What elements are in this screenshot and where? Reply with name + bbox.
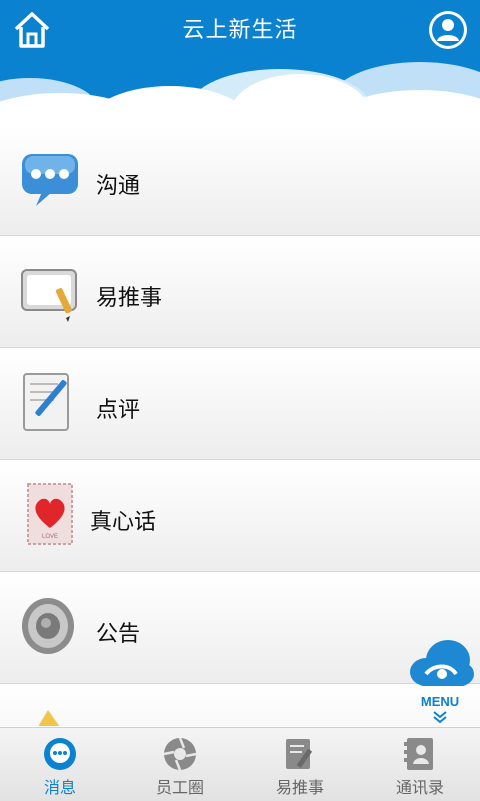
- contacts-icon: [404, 738, 433, 770]
- chat-bubble-icon: [22, 154, 78, 206]
- list-item-tuishi[interactable]: 易推事: [0, 238, 480, 348]
- clouds-decoration: [0, 62, 480, 130]
- heart-stamp-icon: LOVE: [27, 483, 73, 545]
- tab-label: 员工圈: [155, 778, 204, 797]
- list-item-label: 公告: [96, 622, 141, 647]
- svg-text:LOVE: LOVE: [42, 534, 58, 540]
- document-pen-icon: [23, 373, 69, 431]
- list-item-chat[interactable]: 沟通: [0, 126, 480, 236]
- cloud-menu-button[interactable]: MENU: [404, 634, 476, 726]
- tab-contacts[interactable]: 通讯录: [360, 728, 480, 801]
- notepad-pen-icon: [21, 269, 77, 322]
- partial-item-icon: [38, 710, 60, 726]
- list-item-label: 沟通: [96, 174, 141, 199]
- double-chevron-down-icon: [433, 711, 447, 724]
- profile-button[interactable]: [426, 8, 470, 52]
- list-item-label: 点评: [96, 398, 141, 423]
- bottom-tab-bar: 消息 员工圈 易推事 通讯录: [0, 727, 480, 801]
- tab-tuishi[interactable]: 易推事: [240, 728, 360, 801]
- menu-label: MENU: [420, 694, 460, 709]
- cloud-menu-icon: [410, 640, 474, 686]
- page-title: 云上新生活: [182, 18, 298, 43]
- list-item-label: 易推事: [96, 286, 163, 311]
- tab-label: 消息: [43, 778, 76, 797]
- list-item-truth[interactable]: LOVE 真心话: [0, 462, 480, 572]
- tab-moments[interactable]: 员工圈: [120, 728, 240, 801]
- list-item-label: 真心话: [90, 510, 157, 535]
- header: 云上新生活: [0, 0, 480, 130]
- user-icon: [429, 11, 467, 49]
- list-item-review[interactable]: 点评: [0, 350, 480, 460]
- aperture-icon: [163, 737, 197, 771]
- tab-label: 通讯录: [395, 778, 444, 797]
- tab-messages[interactable]: 消息: [0, 728, 120, 801]
- message-icon: [44, 738, 76, 770]
- edit-icon: [286, 739, 312, 769]
- speaker-icon: [22, 598, 74, 654]
- tab-label: 易推事: [275, 778, 324, 797]
